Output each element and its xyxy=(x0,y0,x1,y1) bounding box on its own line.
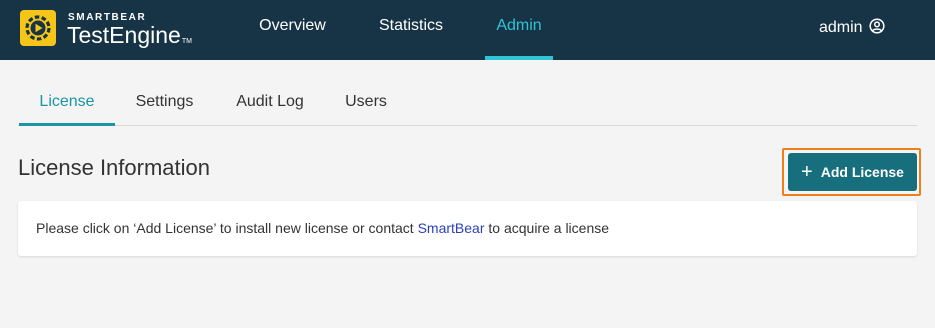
nav-active-indicator xyxy=(485,56,553,60)
license-message: Please click on ‘Add License’ to install… xyxy=(36,220,609,236)
add-license-label: Add License xyxy=(820,164,904,180)
smartbear-link[interactable]: SmartBear xyxy=(418,220,485,236)
top-navbar: SMARTBEAR TestEngineTM Overview Statisti… xyxy=(0,0,935,60)
nav-statistics[interactable]: Statistics xyxy=(370,0,452,60)
brand-product: TestEngineTM xyxy=(67,22,192,55)
tab-settings[interactable]: Settings xyxy=(123,84,206,126)
license-info-card: Please click on ‘Add License’ to install… xyxy=(18,201,917,256)
page-title: License Information xyxy=(18,155,210,180)
plus-icon: + xyxy=(801,161,813,183)
brand-trademark: TM xyxy=(181,38,192,45)
tab-audit-log[interactable]: Audit Log xyxy=(224,84,316,126)
user-menu[interactable]: admin xyxy=(819,17,885,39)
nav-admin[interactable]: Admin xyxy=(485,0,553,60)
user-circle-icon xyxy=(869,17,885,39)
testengine-logo-icon[interactable] xyxy=(20,10,56,46)
user-name: admin xyxy=(819,19,863,36)
brand-product-name: TestEngine xyxy=(67,22,181,48)
license-message-before: Please click on ‘Add License’ to install… xyxy=(36,220,418,236)
admin-tabs: License Settings Audit Log Users xyxy=(18,84,917,126)
nav-overview[interactable]: Overview xyxy=(250,0,335,60)
add-license-button[interactable]: + Add License xyxy=(788,153,917,191)
tab-users[interactable]: Users xyxy=(334,84,398,126)
tab-license[interactable]: License xyxy=(19,84,115,126)
tab-active-indicator xyxy=(19,123,115,126)
license-message-after: to acquire a license xyxy=(484,220,610,236)
